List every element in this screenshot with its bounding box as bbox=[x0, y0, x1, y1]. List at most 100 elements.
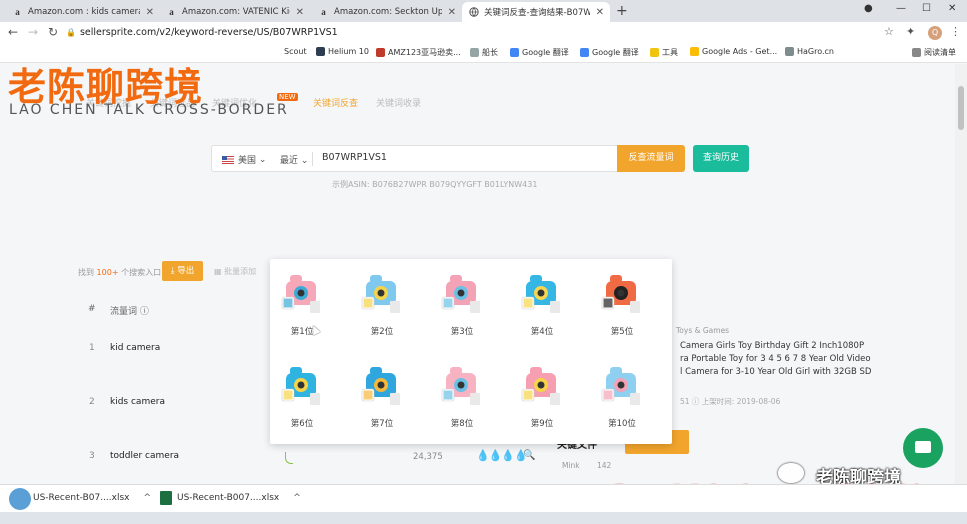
tab-close-icon[interactable]: ✕ bbox=[296, 7, 304, 18]
result-count: 找到 100+ 个搜索入口 bbox=[78, 268, 162, 277]
tab-title: Amazon.com : kids camera bbox=[28, 7, 140, 17]
rank-label: 第10位 bbox=[608, 419, 636, 429]
table-row-index: 2 bbox=[89, 397, 95, 407]
extensions-puzzle-icon[interactable]: ✦ bbox=[906, 25, 915, 38]
table-row-keyword[interactable]: kid camera bbox=[110, 343, 160, 353]
link-count: 142 bbox=[597, 461, 612, 470]
more-menu-icon[interactable]: ⋮ bbox=[950, 25, 961, 38]
amazon-favicon-icon: a bbox=[321, 6, 326, 17]
rank-label: 第1位 bbox=[290, 327, 314, 337]
browser-tab-3[interactable]: a Amazon.com: Seckton Upgrad ✕ bbox=[312, 2, 462, 22]
rank-item[interactable]: 第6位 bbox=[274, 359, 330, 439]
record-icon[interactable]: ● bbox=[864, 3, 873, 14]
download-shelf: US-Recent-B07....xlsx ^ US-Recent-B007..… bbox=[0, 484, 967, 512]
tab-close-icon[interactable]: ✕ bbox=[596, 7, 604, 18]
rank-item[interactable]: 第10位 bbox=[594, 359, 650, 439]
hagro-icon bbox=[785, 47, 794, 56]
amz123-icon bbox=[376, 48, 385, 57]
chevron-down-icon: ⌄ bbox=[300, 156, 309, 166]
table-row-keyword[interactable]: kids camera bbox=[110, 397, 165, 407]
helium-icon bbox=[316, 47, 325, 56]
period-select[interactable]: 最近 ⌄ bbox=[280, 153, 308, 166]
bookmark-amz123[interactable]: AMZ123亚马逊卖... bbox=[376, 47, 461, 58]
tab-close-icon[interactable]: ✕ bbox=[146, 7, 154, 18]
column-header-index: # bbox=[88, 304, 96, 314]
subnav-item-reverse-active[interactable]: 关键词反查 bbox=[313, 96, 358, 109]
chevron-up-icon[interactable]: ^ bbox=[293, 493, 301, 503]
asin-search-input[interactable]: B07WRP1VS1 bbox=[322, 152, 387, 163]
kids-camera-product-icon bbox=[521, 367, 560, 405]
browser-tab-4-active[interactable]: 关键词反查-查询结果-B07WRP ✕ bbox=[462, 2, 610, 22]
link-label[interactable]: Mink bbox=[562, 461, 580, 470]
table-row-keyword[interactable]: toddler camera bbox=[110, 451, 179, 461]
us-flag-icon bbox=[222, 155, 234, 164]
product-title-line[interactable]: l Camera for 3-10 Year Old Girl with 32G… bbox=[680, 367, 871, 377]
bookmark-google-translate-2[interactable]: Google 翻译 bbox=[580, 47, 639, 58]
reading-list[interactable]: 阅读清单 bbox=[912, 47, 956, 58]
close-window-button[interactable]: ✕ bbox=[948, 3, 956, 14]
watermark-logo-english: LAO CHEN TALK CROSS-BORDER bbox=[9, 102, 289, 118]
new-tab-button[interactable]: + bbox=[616, 3, 628, 19]
rank-item[interactable]: 第8位 bbox=[434, 359, 490, 439]
rank-label: 第4位 bbox=[530, 327, 554, 337]
bookmark-tools[interactable]: 工具 bbox=[650, 47, 678, 58]
table-row-index: 3 bbox=[89, 451, 95, 461]
bookmark-google-translate-1[interactable]: Google 翻译 bbox=[510, 47, 569, 58]
subnav-item-indexed[interactable]: 关键词收录 bbox=[376, 96, 421, 109]
reverse-lookup-button[interactable]: 反查流量词 bbox=[617, 145, 685, 172]
country-select[interactable]: 美国 ⌄ bbox=[222, 153, 266, 166]
download-icon: ⤓ bbox=[170, 266, 175, 276]
rank-item[interactable]: 第3位 bbox=[434, 267, 490, 347]
google-translate-icon bbox=[510, 48, 519, 57]
lock-icon: 🔒 bbox=[66, 28, 76, 37]
rank-item[interactable]: 第7位 bbox=[354, 359, 410, 439]
rank-item[interactable]: 第4位 bbox=[514, 267, 570, 347]
batch-add-button[interactable]: ▦ 批量添加 bbox=[214, 266, 256, 277]
browser-tab-1[interactable]: a Amazon.com : kids camera ✕ bbox=[6, 2, 160, 22]
minimize-button[interactable]: — bbox=[896, 3, 906, 14]
rank-item[interactable]: 第1位 bbox=[274, 267, 330, 347]
new-badge: NEW bbox=[277, 93, 298, 101]
page-scrollbar-thumb[interactable] bbox=[958, 86, 964, 130]
download-item-1[interactable]: US-Recent-B07....xlsx ^ bbox=[16, 491, 151, 505]
bookmark-star-icon[interactable]: ☆ bbox=[884, 25, 894, 38]
tab-title: 关键词反查-查询结果-B07WRP bbox=[484, 8, 590, 18]
bookmark-captain[interactable]: 船长 bbox=[470, 47, 498, 58]
rank-label: 第5位 bbox=[610, 327, 634, 337]
url-text: sellersprite.com/v2/keyword-reverse/US/B… bbox=[79, 27, 338, 38]
forward-arrow-icon[interactable]: → bbox=[28, 25, 38, 39]
rank-item[interactable]: 第2位 bbox=[354, 267, 410, 347]
address-bar[interactable]: 🔒 sellersprite.com/v2/keyword-reverse/US/… bbox=[66, 25, 856, 41]
bookmark-helium10[interactable]: Helium 10 bbox=[316, 47, 369, 56]
bookmark-google-ads[interactable]: Google Ads - Get... bbox=[690, 47, 777, 56]
product-title-line[interactable]: Camera Girls Toy Birthday Gift 2 Inch108… bbox=[680, 341, 864, 351]
reload-icon[interactable]: ↻ bbox=[48, 25, 58, 39]
rank-item[interactable]: 第9位 bbox=[514, 359, 570, 439]
bookmark-hagro[interactable]: HaGro.cn bbox=[785, 47, 834, 56]
rank-item[interactable]: 第5位 bbox=[594, 267, 650, 347]
query-history-button[interactable]: 查询历史 bbox=[693, 145, 749, 172]
browser-toolbar: ← → ↻ 🔒 sellersprite.com/v2/keyword-rever… bbox=[0, 22, 967, 44]
chat-support-button[interactable] bbox=[903, 428, 943, 468]
chevron-up-icon[interactable]: ^ bbox=[144, 493, 152, 503]
export-button[interactable]: ⤓ 导出 bbox=[162, 261, 203, 281]
browser-tab-2[interactable]: a Amazon.com: VATENIC Kids C ✕ bbox=[160, 2, 310, 22]
download-item-2[interactable]: US-Recent-B007....xlsx ^ bbox=[160, 491, 301, 505]
kids-camera-product-icon bbox=[601, 367, 640, 405]
user-avatar bbox=[9, 488, 31, 510]
amazon-favicon-icon: a bbox=[15, 6, 20, 17]
back-arrow-icon[interactable]: ← bbox=[8, 25, 18, 39]
rank-label: 第2位 bbox=[370, 327, 394, 337]
search-icon[interactable]: 🔍 bbox=[523, 450, 535, 461]
maximize-button[interactable]: ☐ bbox=[922, 3, 931, 14]
column-header-keyword: 流量词 ⓘ bbox=[110, 307, 149, 317]
tab-title: Amazon.com: VATENIC Kids C bbox=[182, 7, 290, 17]
profile-avatar[interactable]: Q bbox=[928, 26, 942, 40]
tab-close-icon[interactable]: ✕ bbox=[448, 7, 456, 18]
product-title-line[interactable]: ra Portable Toy for 3 4 5 6 7 8 Year Old… bbox=[680, 354, 871, 364]
kids-camera-product-icon bbox=[601, 275, 640, 313]
globe-icon bbox=[468, 6, 479, 18]
divider bbox=[312, 152, 313, 166]
amazon-favicon-icon: a bbox=[169, 6, 174, 17]
bookmark-scout[interactable]: Scout bbox=[284, 47, 307, 56]
